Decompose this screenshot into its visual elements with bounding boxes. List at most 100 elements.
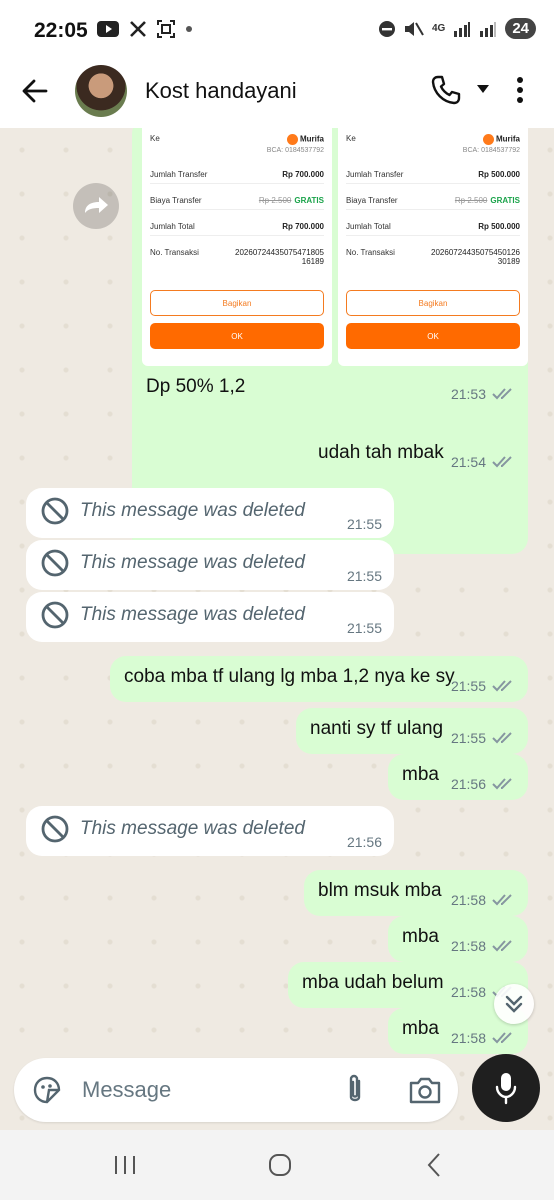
outgoing-message[interactable]: mba udah belum 21:58 [288, 962, 528, 1008]
forward-button[interactable] [73, 183, 119, 229]
phone-call-icon[interactable] [430, 74, 462, 106]
dot-icon [186, 26, 192, 32]
receipt-recipient: Murifa [496, 134, 520, 144]
share-button: Bagikan [346, 290, 520, 316]
signal-icon [454, 21, 471, 37]
prohibited-icon [41, 601, 69, 629]
message-time: 21:58 [450, 938, 486, 954]
voice-record-button[interactable] [472, 1054, 540, 1122]
system-nav-bar [0, 1130, 554, 1200]
receipt-row-label: Biaya Transfer [150, 196, 202, 205]
nav-back-icon[interactable] [426, 1152, 442, 1178]
receipt-row-value: 20260724435075471805 16189 [235, 248, 324, 266]
receipt-right[interactable]: Ke Murifa BCA: 0184537792 Jumlah Transfer… [338, 128, 528, 366]
outgoing-message[interactable]: coba mba tf ulang lg mba 1,2 nya ke sy 21… [110, 656, 528, 702]
message-time: 21:55 [450, 730, 486, 746]
deleted-message[interactable]: This message was deleted 21:55 [26, 488, 394, 538]
microphone-icon [495, 1073, 517, 1105]
deleted-message[interactable]: This message was deleted 21:56 [26, 806, 394, 856]
chat-area[interactable]: Ke Murifa BCA: 0184537792 Jumlah Transfer… [0, 128, 554, 1130]
screenshot-icon [157, 20, 175, 38]
double-check-icon [492, 940, 512, 952]
receipt-row-label: Jumlah Transfer [150, 170, 208, 179]
status-time: 22:05 [34, 19, 88, 42]
message-time: 21:55 [346, 516, 382, 532]
double-check-icon [492, 732, 512, 744]
outgoing-message[interactable]: blm msuk mba 21:58 [304, 870, 528, 916]
deleted-row: This message was deleted [40, 814, 380, 844]
status-bar: 22:05 4G 24 [0, 0, 554, 62]
more-options-icon[interactable] [516, 76, 524, 104]
receipt-fee-strike: Rp 2.500 [454, 196, 488, 205]
contact-name[interactable]: Kost handayani [145, 78, 297, 104]
receipt-row-label: No. Transaksi [346, 248, 395, 257]
message-meta: 21:55 [347, 516, 382, 532]
receipt-to-label: Ke [150, 134, 160, 143]
recipient-avatar-icon [287, 134, 298, 145]
message-text: coba mba tf ulang lg mba 1,2 nya ke sy [124, 666, 455, 687]
message-time: 21:58 [450, 1030, 486, 1046]
message-input[interactable] [82, 1074, 312, 1106]
receipt-row-value: Rp 500.000 [478, 170, 520, 179]
receipt-fee-value: GRATIS [490, 196, 520, 205]
deleted-message[interactable]: This message was deleted 21:55 [26, 592, 394, 642]
message-meta: 21:55 [451, 678, 516, 694]
receipt-left[interactable]: Ke Murifa BCA: 0184537792 Jumlah Transfer… [142, 128, 332, 366]
double-check-icon [492, 1032, 512, 1044]
outgoing-message[interactable]: udah tah mbak 21:54 [304, 432, 528, 478]
back-arrow-icon[interactable] [20, 76, 50, 106]
message-text: mba [402, 926, 439, 947]
message-meta: 21:54 [451, 454, 516, 470]
signal-icon-2 [480, 21, 497, 37]
system-icons: 4G 24 [378, 18, 536, 39]
message-text: This message was deleted [80, 552, 305, 573]
message-meta: 21:58 [451, 938, 516, 954]
receipt-row-label: Biaya Transfer [346, 196, 398, 205]
scroll-to-bottom-button[interactable] [494, 984, 534, 1024]
message-time: 21:55 [346, 568, 382, 584]
message-meta: 21:58 [451, 1030, 516, 1046]
message-text: mba udah belum [302, 972, 444, 993]
message-time: 21:53 [450, 386, 486, 402]
receipt-fee-strike: Rp 2.500 [258, 196, 292, 205]
outgoing-message[interactable]: mba 21:58 [388, 916, 528, 962]
receipt-bank: BCA: 0184537792 [266, 147, 324, 154]
double-check-icon [492, 456, 512, 468]
contact-avatar[interactable] [75, 65, 127, 117]
outgoing-message[interactable]: mba 21:56 [388, 754, 528, 800]
message-text: mba [402, 1018, 439, 1039]
message-text: This message was deleted [80, 818, 305, 839]
message-meta: 21:58 [451, 892, 516, 908]
share-button: Bagikan [150, 290, 324, 316]
deleted-row: This message was deleted [40, 548, 380, 578]
message-meta: 21:55 [347, 568, 382, 584]
mute-icon [404, 21, 424, 36]
deleted-row: This message was deleted [40, 496, 380, 526]
paperclip-icon[interactable] [340, 1073, 370, 1107]
prohibited-icon [41, 497, 69, 525]
ok-button: OK [150, 323, 324, 349]
receipt-to-label: Ke [346, 134, 356, 143]
receipt-row-label: No. Transaksi [150, 248, 199, 257]
receipt-row-value: Rp 700.000 [282, 170, 324, 179]
home-icon[interactable] [268, 1153, 292, 1177]
message-meta: 21:55 [347, 620, 382, 636]
message-time: 21:58 [450, 892, 486, 908]
notification-icons [97, 20, 193, 38]
message-text: This message was deleted [80, 500, 305, 521]
outgoing-message[interactable]: nanti sy tf ulang 21:55 [296, 708, 528, 754]
message-meta: 21:56 [451, 776, 516, 792]
receipt-fee-value: GRATIS [294, 196, 324, 205]
deleted-row: This message was deleted [40, 600, 380, 630]
message-time: 21:55 [346, 620, 382, 636]
sticker-icon[interactable] [32, 1075, 62, 1105]
chevron-down-icon[interactable] [476, 84, 490, 94]
message-text: mba [402, 764, 439, 785]
receipt-row-label: Jumlah Total [346, 222, 391, 231]
camera-icon[interactable] [408, 1075, 442, 1105]
chat-header: Kost handayani [0, 62, 554, 128]
recent-apps-icon[interactable] [112, 1154, 138, 1176]
deleted-message[interactable]: This message was deleted 21:55 [26, 540, 394, 590]
message-meta: 21:53 [451, 386, 516, 402]
message-text: nanti sy tf ulang [310, 718, 444, 739]
